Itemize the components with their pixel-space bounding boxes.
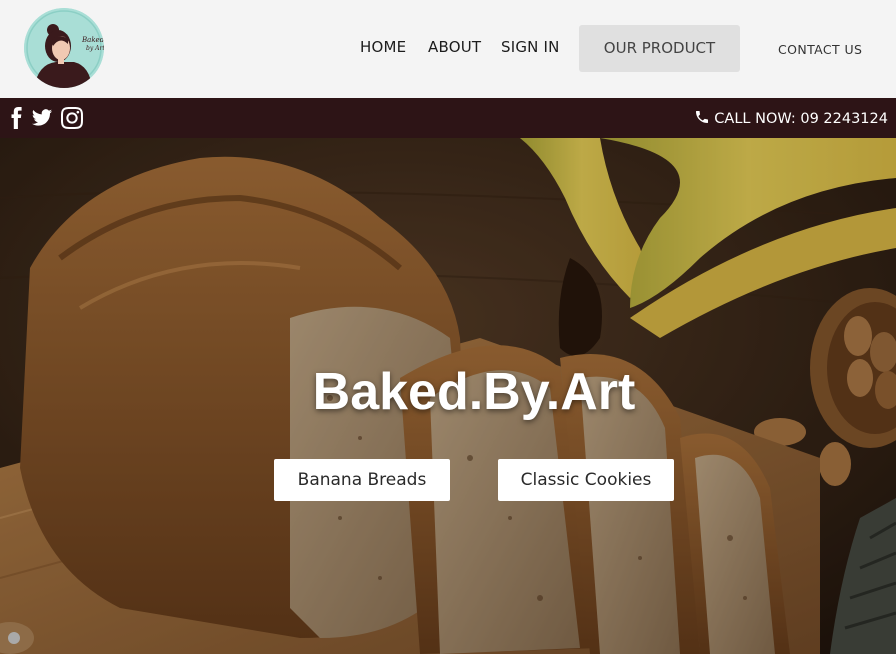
nav-home-link[interactable]: HOME — [360, 38, 406, 56]
nav-about-link[interactable]: ABOUT — [428, 38, 481, 56]
instagram-icon[interactable] — [61, 107, 83, 129]
info-bar: CALL NOW: 09 2243124 — [0, 98, 896, 138]
nav-our-product-button[interactable]: OUR PRODUCT — [579, 25, 740, 72]
facebook-icon[interactable] — [6, 107, 28, 129]
top-navigation: Baked by Art HOME ABOUT SIGN IN OUR PROD… — [0, 0, 896, 98]
nav-contact-link[interactable]: CONTACT US — [778, 42, 862, 57]
hero-banner: Baked.By.Art Banana Breads Classic Cooki… — [0, 138, 896, 654]
twitter-icon[interactable] — [31, 107, 53, 129]
call-now-link[interactable]: CALL NOW: 09 2243124 — [694, 109, 888, 127]
baker-portrait-logo-icon[interactable]: Baked by Art — [24, 8, 104, 88]
banana-breads-button[interactable]: Banana Breads — [274, 459, 450, 501]
svg-text:by Art: by Art — [86, 45, 104, 52]
phone-icon — [694, 109, 710, 125]
call-now-text: CALL NOW: 09 2243124 — [714, 111, 888, 127]
classic-cookies-button[interactable]: Classic Cookies — [498, 459, 674, 501]
nav-signin-link[interactable]: SIGN IN — [501, 38, 560, 56]
svg-text:Baked: Baked — [81, 36, 104, 44]
hero-title: Baked.By.Art — [312, 363, 636, 421]
